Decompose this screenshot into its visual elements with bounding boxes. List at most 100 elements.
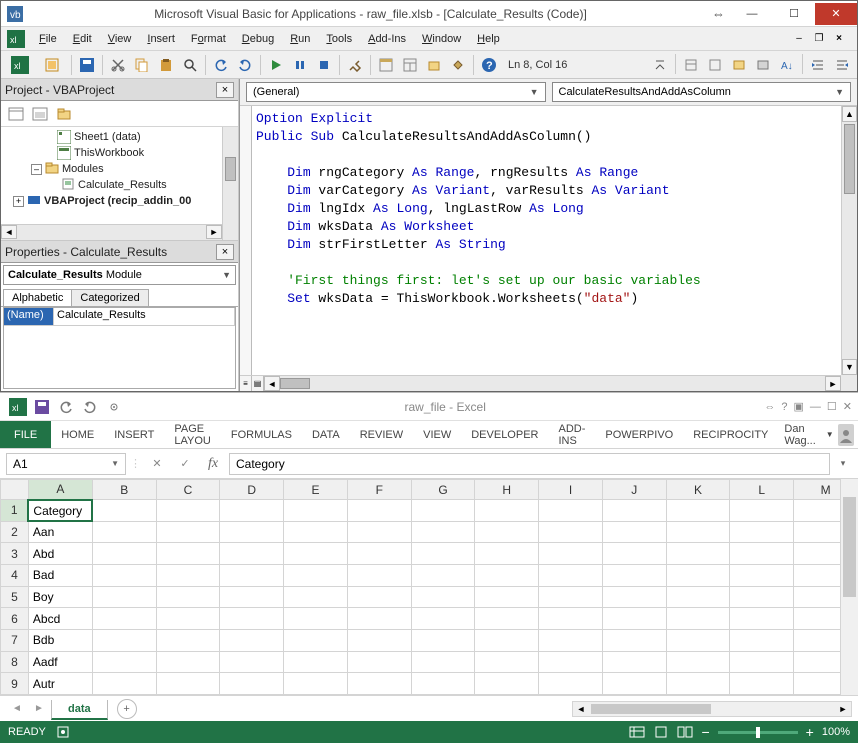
cell-A2[interactable]: Aan (28, 521, 92, 543)
cell-B3[interactable] (92, 543, 156, 565)
menu-help[interactable]: Help (469, 31, 508, 47)
row-header-6[interactable]: 6 (1, 608, 29, 630)
column-header-K[interactable]: K (666, 480, 730, 500)
cell-L8[interactable] (730, 651, 794, 673)
cell-G8[interactable] (411, 651, 475, 673)
column-header-B[interactable]: B (92, 480, 156, 500)
ribbon-tab-data[interactable]: DATA (302, 421, 350, 448)
project-tree[interactable]: Sheet1 (data) ThisWorkbook –Modules Calc… (1, 127, 238, 241)
excel-minimize-button[interactable]: — (810, 401, 821, 413)
project-tree-vscrollbar[interactable] (222, 127, 238, 240)
scroll-left-icon[interactable]: ◄ (1, 225, 17, 239)
grid-vscrollbar[interactable] (840, 479, 858, 695)
cell-L7[interactable] (730, 629, 794, 651)
row-header-4[interactable]: 4 (1, 564, 29, 586)
cell-D4[interactable] (220, 564, 284, 586)
cell-C6[interactable] (156, 608, 220, 630)
normal-view-button[interactable] (629, 726, 645, 738)
cell-H6[interactable] (475, 608, 539, 630)
cell-G3[interactable] (411, 543, 475, 565)
prop-tab-alphabetic[interactable]: Alphabetic (3, 289, 72, 306)
object-browser-button[interactable] (423, 54, 445, 76)
cell-L6[interactable] (730, 608, 794, 630)
ribbon-tab-insert[interactable]: INSERT (104, 421, 164, 448)
code-object-dropdown[interactable]: (General) ▼ (246, 82, 546, 102)
cell-J4[interactable] (602, 564, 666, 586)
cut-button[interactable] (107, 54, 129, 76)
properties-object-combo[interactable]: Calculate_Results Module ▼ (3, 265, 236, 285)
scroll-left-icon[interactable]: ◄ (264, 376, 280, 391)
cell-J3[interactable] (602, 543, 666, 565)
row-header-7[interactable]: 7 (1, 629, 29, 651)
column-header-A[interactable]: A (28, 480, 92, 500)
cell-F7[interactable] (347, 629, 411, 651)
cell-D9[interactable] (220, 673, 284, 695)
cell-E8[interactable] (284, 651, 348, 673)
qat-undo-button[interactable] (54, 396, 78, 418)
cell-J9[interactable] (602, 673, 666, 695)
ribbon-tab-review[interactable]: REVIEW (350, 421, 413, 448)
cell-E5[interactable] (284, 586, 348, 608)
prop-row-name-value[interactable]: Calculate_Results (54, 308, 235, 326)
ribbon-tab-home[interactable]: HOME (51, 421, 104, 448)
cell-A6[interactable]: Abcd (28, 608, 92, 630)
code-procedure-dropdown[interactable]: CalculateResultsAndAddAsColumn ▼ (552, 82, 852, 102)
tree-node-sheet1[interactable]: Sheet1 (data) (74, 131, 141, 143)
cell-G2[interactable] (411, 521, 475, 543)
cell-D3[interactable] (220, 543, 284, 565)
cell-J2[interactable] (602, 521, 666, 543)
zoom-level[interactable]: 100% (822, 726, 850, 738)
formula-input[interactable]: Category (229, 453, 830, 475)
row-header-2[interactable]: 2 (1, 521, 29, 543)
cell-C5[interactable] (156, 586, 220, 608)
column-header-C[interactable]: C (156, 480, 220, 500)
ribbon-tab-file[interactable]: FILE (0, 421, 51, 448)
cell-B2[interactable] (92, 521, 156, 543)
new-sheet-button[interactable]: + (117, 699, 137, 719)
cell-H7[interactable] (475, 629, 539, 651)
indent-button[interactable] (807, 54, 829, 76)
qat-redo-button[interactable] (78, 396, 102, 418)
insert-function-button[interactable]: fx (201, 453, 225, 475)
excel-close-button[interactable]: ✕ (843, 400, 852, 413)
full-module-view-button[interactable]: ▤ (252, 376, 264, 391)
row-header-3[interactable]: 3 (1, 543, 29, 565)
copy-button[interactable] (131, 54, 153, 76)
cell-D6[interactable] (220, 608, 284, 630)
cell-B4[interactable] (92, 564, 156, 586)
cell-L4[interactable] (730, 564, 794, 586)
cell-D7[interactable] (220, 629, 284, 651)
outdent-button[interactable] (831, 54, 853, 76)
break-button[interactable] (289, 54, 311, 76)
tree-node-recip-addin[interactable]: VBAProject (recip_addin_00 (44, 195, 191, 207)
cell-K1[interactable] (666, 500, 730, 522)
cell-J8[interactable] (602, 651, 666, 673)
cell-B8[interactable] (92, 651, 156, 673)
cell-I7[interactable] (539, 629, 603, 651)
row-header-5[interactable]: 5 (1, 586, 29, 608)
prop-row-name-label[interactable]: (Name) (4, 308, 54, 326)
view-excel-button[interactable]: xl (5, 54, 35, 76)
excel-maximize-button[interactable]: ☐ (827, 400, 837, 413)
cell-A9[interactable]: Autr (28, 673, 92, 695)
menu-view[interactable]: View (100, 31, 140, 47)
expand-recip-button[interactable]: + (13, 196, 24, 207)
procedure-view-button[interactable]: ≡ (240, 376, 252, 391)
column-header-H[interactable]: H (475, 480, 539, 500)
user-account[interactable]: Dan Wag... ▼ (778, 421, 858, 448)
cell-B6[interactable] (92, 608, 156, 630)
row-header-8[interactable]: 8 (1, 651, 29, 673)
expand-formula-bar-button[interactable]: ▾ (834, 458, 852, 469)
row-header-9[interactable]: 9 (1, 673, 29, 695)
cell-E3[interactable] (284, 543, 348, 565)
cell-H9[interactable] (475, 673, 539, 695)
cell-F4[interactable] (347, 564, 411, 586)
ribbon-tab-developer[interactable]: DEVELOPER (461, 421, 548, 448)
project-panel-close-button[interactable]: × (216, 82, 234, 98)
cell-A5[interactable]: Boy (28, 586, 92, 608)
cell-C4[interactable] (156, 564, 220, 586)
cell-I1[interactable] (539, 500, 603, 522)
cell-E6[interactable] (284, 608, 348, 630)
cell-L3[interactable] (730, 543, 794, 565)
undo-button[interactable] (210, 54, 232, 76)
